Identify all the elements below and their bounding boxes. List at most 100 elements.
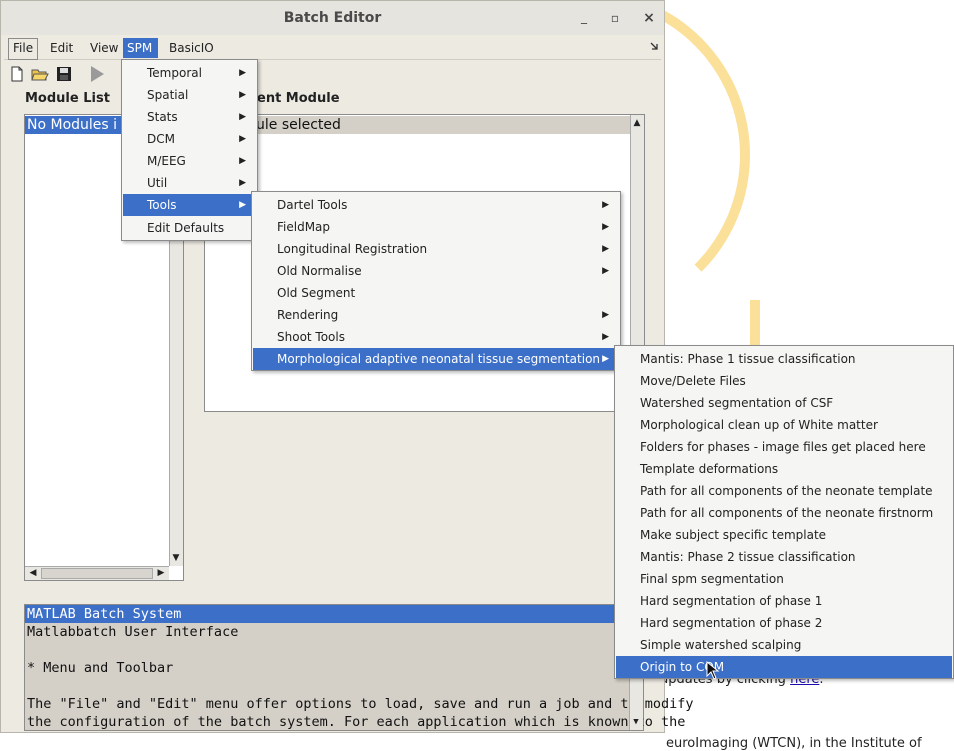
new-file-icon[interactable] [7,64,27,84]
mantis-item[interactable]: Template deformations [616,458,952,480]
menu-item-label: Tools [147,198,177,212]
spm-menu-stats[interactable]: Stats ▶ [123,106,256,128]
menu-item-label: Folders for phases - image files get pla… [640,440,926,454]
mantis-item[interactable]: Mantis: Phase 1 tissue classification [616,348,952,370]
menu-item-label: M/EEG [147,154,186,168]
spm-menu-meeg[interactable]: M/EEG ▶ [123,150,256,172]
spm-menu-spatial[interactable]: Spatial ▶ [123,84,256,106]
menu-basicio[interactable]: BasicIO [165,38,218,58]
menu-item-label: DCM [147,132,175,146]
submenu-arrow-icon: ▶ [602,244,609,254]
tools-old-normalise[interactable]: Old Normalise ▶ [253,260,619,282]
menu-item-label: Edit Defaults [147,221,225,235]
help-line: The "File" and "Edit" menu offer options… [27,696,694,712]
spm-menu-temporal[interactable]: Temporal ▶ [123,62,256,84]
minimize-button[interactable]: _ [576,9,592,25]
spm-menu-tools[interactable]: Tools ▶ [123,194,256,216]
background-bottom-text: euroImaging (WTCN), in the Institute of [666,736,922,751]
menu-item-label: Morphological clean up of White matter [640,418,878,432]
menu-item-label: Watershed segmentation of CSF [640,396,834,410]
help-line: the configuration of the batch system. F… [27,714,686,730]
tools-longitudinal-registration[interactable]: Longitudinal Registration ▶ [253,238,619,260]
run-icon[interactable] [87,64,107,84]
mantis-item[interactable]: Move/Delete Files [616,370,952,392]
menu-item-label: Hard segmentation of phase 1 [640,594,823,608]
mantis-item[interactable]: Path for all components of the neonate t… [616,480,952,502]
menu-item-label: Shoot Tools [277,330,345,344]
menu-item-label: FieldMap [277,220,331,234]
module-list-label: Module List [25,91,110,106]
scroll-down-arrow-icon[interactable]: ▼ [170,552,182,564]
mantis-item[interactable]: Make subject specific template [616,524,952,546]
menu-item-label: Temporal [147,66,202,80]
mantis-item[interactable]: Path for all components of the neonate f… [616,502,952,524]
menu-spm[interactable]: SPM [123,38,158,58]
submenu-arrow-icon: ▶ [239,200,246,210]
menu-item-label: Spatial [147,88,189,102]
mouse-cursor-icon [706,660,722,681]
menu-item-label: Hard segmentation of phase 2 [640,616,823,630]
help-text-panel[interactable]: MATLAB Batch System Matlabbatch User Int… [24,604,693,731]
tools-submenu: Dartel Tools ▶ FieldMap ▶ Longitudinal Reg… [251,191,621,371]
menu-item-label: Util [147,176,168,190]
menu-item-label: Longitudinal Registration [277,242,428,256]
menu-item-label: Mantis: Phase 1 tissue classification [640,352,856,366]
submenu-arrow-icon: ▶ [239,156,246,166]
close-button[interactable]: × [641,10,657,26]
window-title: Batch Editor [283,10,382,26]
menu-view[interactable]: View [86,38,122,58]
mantis-item[interactable]: Hard segmentation of phase 1 [616,590,952,612]
submenu-arrow-icon: ▶ [602,354,609,364]
menu-item-label: Dartel Tools [277,198,348,212]
tools-fieldmap[interactable]: FieldMap ▶ [253,216,619,238]
menu-edit[interactable]: Edit [46,38,77,58]
title-bar[interactable]: Batch Editor _ ▫ × [1,1,664,35]
submenu-arrow-icon: ▶ [239,90,246,100]
hscroll-thumb[interactable] [41,568,153,579]
mantis-item[interactable]: Morphological clean up of White matter [616,414,952,436]
submenu-arrow-icon: ▶ [602,222,609,232]
submenu-arrow-icon: ▶ [239,178,246,188]
tools-rendering[interactable]: Rendering ▶ [253,304,619,326]
spm-menu-edit-defaults[interactable]: Edit Defaults [123,217,256,239]
submenu-arrow-icon: ▶ [602,200,609,210]
mantis-item[interactable]: Mantis: Phase 2 tissue classification [616,546,952,568]
resize-corner-icon[interactable] [649,40,659,50]
help-line-title: MATLAB Batch System [25,605,629,623]
spm-menu-dcm[interactable]: DCM ▶ [123,128,256,150]
menu-item-label: Make subject specific template [640,528,827,542]
menu-file[interactable]: File [8,38,39,60]
module-list-hscrollbar[interactable]: ◀ ▶ [25,566,169,580]
maximize-button[interactable]: ▫ [607,10,623,26]
menu-item-label: Move/Delete Files [640,374,746,388]
mantis-item[interactable]: Final spm segmentation [616,568,952,590]
mantis-item[interactable]: Simple watershed scalping [616,634,952,656]
help-line: * Menu and Toolbar [27,660,174,676]
scroll-right-arrow-icon[interactable]: ▶ [155,567,167,579]
spm-menu-util[interactable]: Util ▶ [123,172,256,194]
scroll-left-arrow-icon[interactable]: ◀ [27,567,39,579]
mantis-item[interactable]: Watershed segmentation of CSF [616,392,952,414]
menu-bar: File Edit View SPM BasicIO [4,36,661,60]
submenu-arrow-icon: ▶ [602,266,609,276]
menu-item-label: Simple watershed scalping [640,638,802,652]
open-folder-icon[interactable] [30,64,50,84]
menu-item-label: Path for all components of the neonate t… [640,484,933,498]
submenu-arrow-icon: ▶ [239,112,246,122]
submenu-arrow-icon: ▶ [239,68,246,78]
scroll-up-arrow-icon[interactable]: ▲ [631,117,643,129]
mantis-item-origin-to-com[interactable]: Origin to COM [616,656,952,678]
menu-item-label: Final spm segmentation [640,572,784,586]
tools-dartel[interactable]: Dartel Tools ▶ [253,194,619,216]
tools-shoot[interactable]: Shoot Tools ▶ [253,326,619,348]
mantis-item[interactable]: Hard segmentation of phase 2 [616,612,952,634]
mantis-submenu: Mantis: Phase 1 tissue classification Mo… [614,345,954,679]
menu-item-label: Morphological adaptive neonatal tissue s… [277,352,601,366]
tools-old-segment[interactable]: Old Segment [253,282,619,304]
menu-item-label: Path for all components of the neonate f… [640,506,934,520]
tools-mantis[interactable]: Morphological adaptive neonatal tissue s… [253,348,619,370]
mantis-item[interactable]: Folders for phases - image files get pla… [616,436,952,458]
save-icon[interactable] [54,64,74,84]
menu-item-label: Mantis: Phase 2 tissue classification [640,550,856,564]
scroll-down-arrow-icon[interactable]: ▼ [630,716,642,728]
